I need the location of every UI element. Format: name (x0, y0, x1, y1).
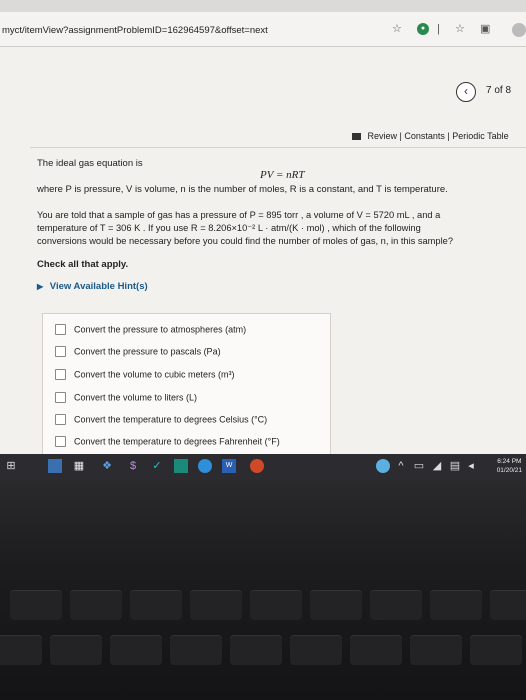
checkbox[interactable] (55, 392, 66, 404)
clock-time: 6:24 PM (497, 458, 522, 465)
favorites-icon[interactable]: ☆ (455, 23, 465, 35)
key (470, 635, 522, 665)
key (70, 590, 122, 620)
question-line-1: You are told that a sample of gas has a … (37, 210, 441, 220)
book-icon (352, 133, 361, 141)
url-text[interactable]: myct/itemView?assignmentProblemID=162964… (2, 25, 268, 36)
key (230, 635, 282, 665)
wifi-icon[interactable]: ◢ (430, 459, 444, 473)
chevron-left-icon: ‹ (464, 84, 468, 98)
collections-icon[interactable]: ▣ (480, 23, 490, 35)
checkbox[interactable] (55, 369, 66, 381)
view-hints-label[interactable]: View Available Hint(s) (50, 281, 148, 292)
key (410, 635, 462, 665)
key (250, 590, 302, 620)
option-pressure-pa[interactable]: Convert the pressure to pascals (Pa) (55, 346, 221, 360)
checkbox[interactable] (55, 324, 66, 336)
task-view-icon[interactable]: ⊞ (4, 459, 18, 473)
checkbox[interactable] (55, 436, 66, 448)
option-label: Convert the pressure to pascals (Pa) (74, 346, 221, 357)
key (430, 590, 482, 620)
option-label: Convert the volume to cubic meters (m³) (74, 369, 235, 380)
address-bar[interactable]: myct/itemView?assignmentProblemID=162964… (0, 12, 526, 47)
option-label: Convert the volume to liters (L) (74, 392, 198, 403)
key (130, 590, 182, 620)
answer-options: Convert the pressure to atmospheres (atm… (42, 313, 331, 460)
edge-icon[interactable] (198, 459, 212, 473)
key (110, 635, 162, 665)
key (0, 635, 42, 665)
question-intro: The ideal gas equation is (37, 158, 143, 169)
word-icon[interactable]: W (222, 459, 236, 473)
app-icon-2[interactable]: $ (126, 459, 140, 473)
option-temp-fahrenheit[interactable]: Convert the temperature to degrees Fahre… (55, 436, 280, 450)
key (190, 590, 242, 620)
page-content: ‹ 7 of 8 Review | Constants | Periodic T… (0, 47, 526, 460)
option-pressure-atm[interactable]: Convert the pressure to atmospheres (atm… (55, 324, 246, 338)
star-icon[interactable]: ☆ (392, 23, 402, 35)
option-volume-m3[interactable]: Convert the volume to cubic meters (m³) (55, 369, 235, 383)
resource-links-text[interactable]: Review | Constants | Periodic Table (368, 131, 509, 141)
help-icon[interactable] (376, 459, 390, 473)
option-volume-liters[interactable]: Convert the volume to liters (L) (55, 392, 197, 406)
tab-strip (0, 0, 526, 12)
question-line-3: conversions would be necessary before yo… (37, 236, 454, 246)
pager: ‹ 7 of 8 (456, 81, 526, 105)
pager-text: 7 of 8 (486, 85, 512, 96)
triangle-right-icon: ▶ (37, 282, 44, 291)
profile-avatar[interactable] (512, 23, 526, 37)
option-temp-celsius[interactable]: Convert the temperature to degrees Celsi… (55, 414, 267, 428)
divider (30, 147, 526, 148)
variable-definitions: where P is pressure, V is volume, n is t… (37, 184, 448, 195)
laptop-keyboard (0, 480, 526, 700)
ideal-gas-equation: PV = nRT (260, 169, 305, 181)
separator-icon: | (437, 23, 440, 35)
calculator-icon[interactable]: ▦ (72, 459, 86, 473)
question-line-2: temperature of T = 306 K . If you use R … (37, 223, 421, 233)
option-label: Convert the temperature to degrees Celsi… (74, 414, 268, 425)
view-hints-link[interactable]: ▶ View Available Hint(s) (37, 281, 148, 292)
powerpoint-icon[interactable] (250, 459, 264, 473)
app-icon-4[interactable] (174, 459, 188, 473)
clock-date: 01/20/21 (496, 467, 522, 474)
checkbox[interactable] (55, 414, 66, 426)
key (490, 590, 526, 620)
windows-taskbar: ⊞ ▦ ❖ $ ✓ W ^ ▭ ◢ ▤ ◂ 6:24 PM 01/20/21 (0, 454, 526, 480)
option-label: Convert the temperature to degrees Fahre… (74, 436, 280, 447)
key (50, 635, 102, 665)
checkbox[interactable] (55, 346, 66, 358)
keyboard-icon[interactable]: ▤ (448, 459, 462, 473)
app-icon[interactable] (48, 459, 62, 473)
dropbox-icon[interactable]: ❖ (100, 459, 114, 473)
key-row (0, 635, 526, 675)
battery-icon[interactable]: ▭ (412, 459, 426, 473)
key (310, 590, 362, 620)
key (170, 635, 222, 665)
key (290, 635, 342, 665)
system-clock[interactable]: 6:24 PM 01/20/21 (497, 457, 522, 475)
monitor-screen: myct/itemView?assignmentProblemID=162964… (0, 0, 526, 463)
key (370, 590, 422, 620)
key (10, 590, 62, 620)
key-row (0, 590, 526, 630)
extension-icon[interactable]: ● (417, 23, 429, 35)
question-paragraph: You are told that a sample of gas has a … (37, 209, 507, 248)
key (350, 635, 402, 665)
app-icon-3[interactable]: ✓ (150, 459, 164, 473)
resource-links[interactable]: Review | Constants | Periodic Table (352, 131, 509, 141)
prev-item-button[interactable]: ‹ (456, 82, 476, 102)
volume-icon[interactable]: ◂ (464, 459, 478, 473)
chevron-up-icon[interactable]: ^ (394, 459, 408, 473)
check-all-instruction: Check all that apply. (37, 259, 129, 270)
option-label: Convert the pressure to atmospheres (atm… (74, 324, 247, 335)
